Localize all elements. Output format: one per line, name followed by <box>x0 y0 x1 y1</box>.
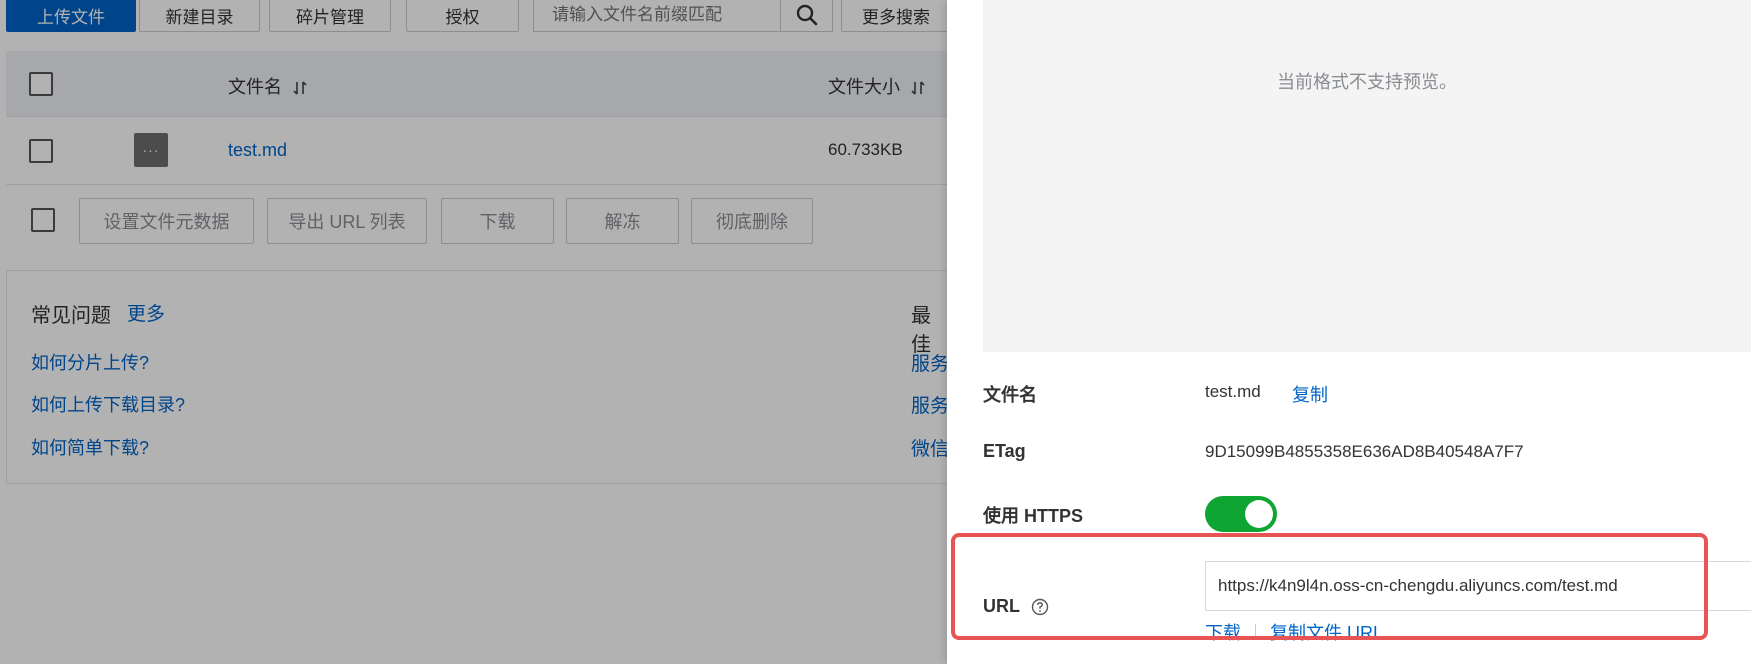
url-highlight-box <box>951 533 1708 640</box>
preview-unsupported-message: 当前格式不支持预览。 <box>1277 72 1457 92</box>
etag-value: 9D15099B4855358E636AD8B40548A7F7 <box>1205 442 1524 461</box>
https-toggle[interactable] <box>1205 496 1277 532</box>
toggle-knob <box>1245 500 1273 528</box>
etag-label: ETag <box>983 441 1026 461</box>
file-preview-area: 当前格式不支持预览。 <box>983 0 1751 352</box>
object-list-page: 上传文件 新建目录 碎片管理 授权 更多搜索 文件名 文件大小 <box>0 0 947 664</box>
https-label: 使用 HTTPS <box>983 506 1084 526</box>
filename-label: 文件名 <box>983 385 1037 405</box>
modal-mask[interactable] <box>0 0 947 664</box>
copy-filename-link[interactable]: 复制 <box>1292 381 1328 407</box>
filename-value: test.md <box>1205 382 1261 401</box>
